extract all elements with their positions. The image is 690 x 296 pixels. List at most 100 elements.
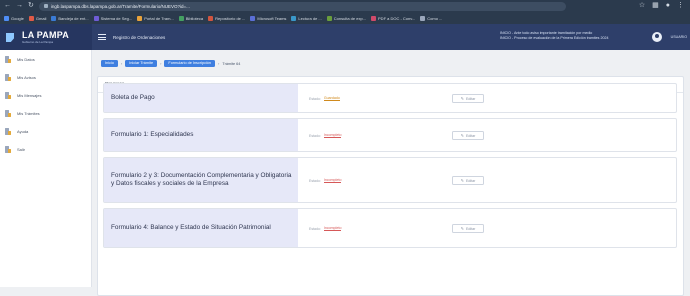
profile-icon[interactable]: ● <box>666 1 670 11</box>
bookmark-favicon-icon <box>93 15 99 21</box>
header-title: Registro de Ordenaciones <box>113 34 166 40</box>
bookmark-label: Google <box>11 15 24 21</box>
edit-label: Editar <box>465 133 476 138</box>
browser-toolbar: ← → ↻ ingb.laspampa.dbs.lapampa.gob.ar/T… <box>0 0 690 12</box>
form-name-cell: Formulario 4: Balance y Estado de Situac… <box>104 209 298 247</box>
edit-label: Editar <box>465 178 476 183</box>
bookmark-item[interactable]: Bandeja de ent... <box>51 15 89 21</box>
breadcrumb-link[interactable]: Inicio <box>101 60 118 67</box>
sidebar-item-mis-avisos[interactable]: Mis Avisos <box>0 68 91 86</box>
form-name: Boleta de Pago <box>111 94 155 101</box>
bookmark-item[interactable]: Portal de Tram... <box>137 15 174 21</box>
back-icon[interactable]: ← <box>4 0 11 12</box>
bookmark-item[interactable]: Lectura de ... <box>291 15 322 21</box>
pencil-icon: ✎ <box>460 95 464 101</box>
pencil-icon: ✎ <box>460 132 464 138</box>
status-value: Incompleto <box>323 226 342 231</box>
user-avatar-icon[interactable] <box>652 32 662 42</box>
edit-button[interactable]: ✎ Editar <box>452 224 484 233</box>
progress-card: Progreso Trámite Nro.: 64 Estado: Editar… <box>97 76 684 296</box>
status-value: Guardado <box>323 96 340 101</box>
sidebar-item-ayuda[interactable]: Ayuda <box>0 122 91 140</box>
sidebar-item-mis-datos[interactable]: Mis Datos <box>0 50 91 68</box>
bookmark-item[interactable]: Gmail <box>28 15 47 21</box>
sidebar-item-salir[interactable]: Salir <box>0 140 91 158</box>
folder-icon <box>5 127 11 135</box>
form-name: Formulario 2 y 3: Documentación Compleme… <box>111 172 292 187</box>
bookmark-label: Gmail <box>35 15 47 21</box>
folder-icon <box>5 55 11 63</box>
form-row: Formulario 2 y 3: Documentación Compleme… <box>103 157 677 203</box>
pencil-icon: ✎ <box>460 225 464 231</box>
bookmark-item[interactable]: Sistema de Seg... <box>93 15 132 21</box>
bookmark-favicon-icon <box>208 15 214 21</box>
user-name[interactable]: USUARIO <box>671 35 687 39</box>
bookmark-favicon-icon <box>137 15 143 21</box>
form-name: Formulario 4: Balance y Estado de Situac… <box>111 224 271 231</box>
star-icon[interactable]: ☆ <box>639 1 645 11</box>
bookmark-item[interactable]: Repositorio de ... <box>208 15 246 21</box>
folder-icon <box>5 91 11 99</box>
notice-line-2: INICIO - Proceso de evaluación de la Pri… <box>500 36 609 40</box>
sidebar-item-label: Mis Datos <box>17 56 35 62</box>
browser-chrome: ← → ↻ ingb.laspampa.dbs.lapampa.gob.ar/T… <box>0 0 690 24</box>
bookmark-item[interactable]: Microsoft Teams <box>250 15 287 21</box>
forward-icon[interactable]: → <box>16 0 23 12</box>
form-name-cell: Formulario 1: Especialidades <box>104 119 298 151</box>
breadcrumb-current: Trámite 64 <box>222 61 241 66</box>
edit-label: Editar <box>465 96 476 101</box>
extensions-icon[interactable]: ▦ <box>652 1 659 11</box>
bookmark-favicon-icon <box>326 15 332 21</box>
bookmark-item[interactable]: Consulta de exp... <box>326 15 366 21</box>
breadcrumb: Inicio › Iniciar Trámite › Formulario de Ins… <box>101 60 240 67</box>
breadcrumb-separator: › <box>218 61 220 66</box>
reload-icon[interactable]: ↻ <box>28 0 34 12</box>
menu-icon[interactable]: ⋮ <box>677 1 684 11</box>
breadcrumb-link[interactable]: Iniciar Trámite <box>125 60 158 67</box>
edit-button[interactable]: ✎ Editar <box>452 131 484 140</box>
main-content: Inicio › Iniciar Trámite › Formulario de Ins… <box>92 50 690 296</box>
pencil-icon: ✎ <box>460 177 464 183</box>
bookmark-label: Como ... <box>427 15 443 21</box>
status-label: Estado: <box>309 178 321 183</box>
bookmark-favicon-icon <box>371 15 377 21</box>
status-label: Estado: <box>309 96 321 101</box>
sidebar-item-label: Mis Avisos <box>17 74 36 80</box>
edit-button[interactable]: ✎ Editar <box>452 176 484 185</box>
status-label: Estado: <box>309 133 321 138</box>
bookmark-item[interactable]: Como ... <box>420 15 443 21</box>
form-status: Estado: Incompleto <box>309 178 342 183</box>
bookmark-favicon-icon <box>28 15 34 21</box>
sidebar-item-label: Ayuda <box>17 128 29 134</box>
app-header: LA PAMPA Gobierno de La Pampa Registro d… <box>0 24 690 50</box>
bookmark-label: Repositorio de ... <box>215 15 246 21</box>
lock-icon <box>43 4 48 8</box>
sidebar-item-label: Mis Trámites <box>17 110 40 116</box>
bookmark-item[interactable]: Google <box>4 15 24 21</box>
form-name: Formulario 1: Especialidades <box>111 131 194 138</box>
bookmark-label: Microsoft Teams <box>257 15 287 21</box>
breadcrumb-link[interactable]: Formulario de Inscripción <box>164 60 216 67</box>
bookmark-favicon-icon <box>291 15 297 21</box>
bookmark-item[interactable]: PDF a DOC - Conv... <box>371 15 416 21</box>
brand-text: LA PAMPA Gobierno de La Pampa <box>22 30 69 44</box>
form-status: Estado: Incompleto <box>309 133 342 138</box>
folder-icon <box>5 73 11 81</box>
sidebar-item-mis-tramites[interactable]: Mis Trámites <box>0 104 91 122</box>
url-text: ingb.laspampa.dbs.lapampa.gob.ar/Tramite… <box>50 3 190 9</box>
sidebar-item-label: Salir <box>17 146 26 152</box>
bookmark-label: Portal de Tram... <box>144 15 174 21</box>
bookmark-label: PDF a DOC - Conv... <box>378 15 416 21</box>
sidebar-item-mis-mensajes[interactable]: Mis Mensajes <box>0 86 91 104</box>
bookmark-label: Biblioteca <box>185 15 204 21</box>
address-bar[interactable]: ingb.laspampa.dbs.lapampa.gob.ar/Tramite… <box>38 1 566 11</box>
bookmark-favicon-icon <box>250 15 256 21</box>
form-status: Estado: Incompleto <box>309 226 342 231</box>
edit-button[interactable]: ✎ Editar <box>452 94 484 103</box>
form-row: Formulario 4: Balance y Estado de Situac… <box>103 208 677 248</box>
brand-logo[interactable]: LA PAMPA Gobierno de La Pampa <box>0 24 92 50</box>
bookmarks-bar: Google Gmail Bandeja de ent... Sistema de S… <box>0 12 690 24</box>
header-notice[interactable]: INICIO - Ante todo aviso importante tram… <box>500 31 650 41</box>
bookmark-item[interactable]: Biblioteca <box>178 15 204 21</box>
hamburger-menu-icon[interactable] <box>98 34 106 40</box>
